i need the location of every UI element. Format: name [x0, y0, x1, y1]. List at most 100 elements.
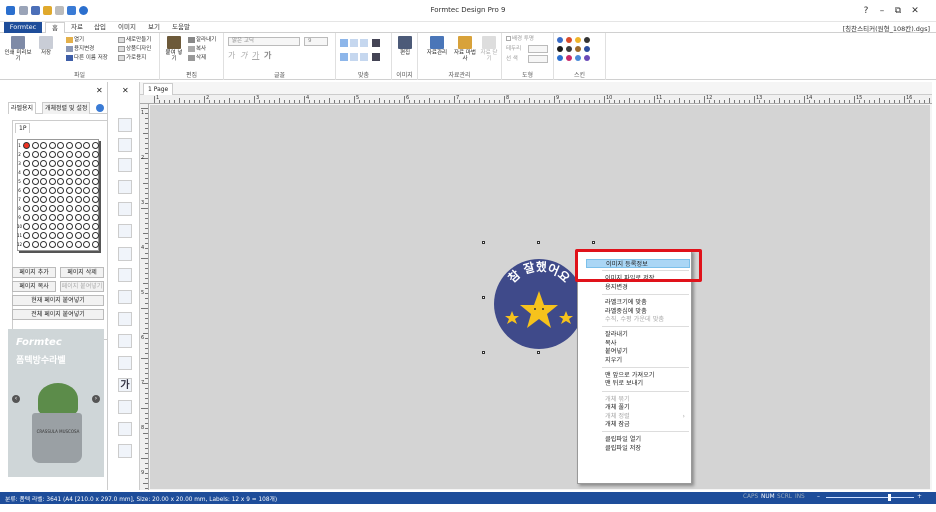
label-cell[interactable] — [40, 187, 48, 194]
label-cell[interactable] — [83, 142, 91, 149]
label-cell[interactable] — [57, 214, 65, 221]
label-cell[interactable] — [31, 178, 39, 185]
page-tab-1p[interactable]: 1P — [15, 123, 31, 133]
label-cell[interactable] — [57, 169, 65, 176]
label-cell[interactable] — [66, 169, 73, 176]
label-cell[interactable] — [40, 151, 48, 158]
skin-swatch[interactable] — [557, 37, 563, 43]
label-cell[interactable] — [83, 196, 91, 203]
label-cell[interactable] — [48, 160, 56, 167]
valign-bottom-icon[interactable] — [360, 53, 368, 61]
label-cell[interactable] — [74, 205, 82, 212]
copy-page-button[interactable]: 페이지 복사 — [12, 281, 56, 292]
rectangle-tool-icon[interactable] — [118, 356, 132, 370]
label-cell[interactable] — [23, 232, 30, 239]
zoom-out-button[interactable]: – — [817, 494, 820, 500]
open-button[interactable]: 열기 — [66, 36, 84, 44]
underline-button[interactable]: 가 — [252, 52, 259, 60]
ad-banner[interactable]: Formtec 폼텍방수라벨 CRASSULA MUSCOSA ‹ › — [8, 329, 104, 477]
shadow-button[interactable]: 가 — [264, 52, 271, 60]
paste-page-button[interactable]: 페이지 붙여넣기 — [60, 281, 104, 292]
label-cell[interactable] — [91, 205, 99, 212]
label-cell[interactable] — [74, 178, 82, 185]
label-cell[interactable] — [83, 169, 91, 176]
label-cell[interactable] — [91, 214, 99, 221]
label-cell[interactable] — [40, 223, 48, 230]
label-cell[interactable] — [40, 178, 48, 185]
italic-button[interactable]: 가 — [240, 52, 247, 60]
label-cell[interactable] — [48, 196, 56, 203]
label-cell[interactable] — [48, 223, 56, 230]
label-cell[interactable] — [31, 169, 39, 176]
resize-handle[interactable] — [537, 241, 540, 244]
skin-swatch[interactable] — [566, 46, 572, 52]
paste-all-pages-button[interactable]: 전체 페이지 붙여넣기 — [12, 309, 104, 320]
tab-image[interactable]: 이미지 — [114, 22, 140, 33]
label-cell[interactable] — [83, 160, 91, 167]
label-cell[interactable] — [57, 160, 65, 167]
label-paper-button[interactable]: 가로용지 — [118, 54, 146, 62]
zoom-in-button[interactable]: + — [917, 494, 922, 500]
context-menu-item[interactable]: 클립파일 저장 — [578, 444, 691, 453]
banner-next-icon[interactable]: › — [92, 395, 100, 403]
label-cell[interactable] — [23, 205, 30, 212]
label-cell[interactable] — [74, 232, 82, 239]
doc-tab-1-page[interactable]: 1 Page — [143, 83, 174, 95]
label-cell[interactable] — [48, 214, 56, 221]
save-as-button[interactable]: 다른 이름 저장 — [66, 54, 108, 62]
label-cell[interactable] — [40, 241, 48, 248]
settings-icon[interactable] — [96, 104, 104, 112]
label-cell[interactable] — [74, 169, 82, 176]
align-center-icon[interactable] — [350, 39, 358, 47]
tab-insert[interactable]: 삽입 — [90, 22, 110, 33]
tab-object-align[interactable]: 개체정렬 및 설정 — [42, 102, 91, 114]
label-cell[interactable] — [74, 142, 82, 149]
label-cell[interactable] — [31, 241, 39, 248]
sticker-image[interactable]: 참 잘했어요 — [492, 257, 586, 351]
label-cell[interactable] — [23, 196, 30, 203]
label-cell[interactable] — [57, 142, 65, 149]
text-direction-icon[interactable] — [372, 53, 380, 61]
label-cell[interactable] — [40, 205, 48, 212]
frame-tool-icon[interactable] — [118, 290, 132, 304]
skin-swatch[interactable] — [584, 46, 590, 52]
label-cell[interactable] — [83, 205, 91, 212]
help-button[interactable]: ? — [858, 4, 874, 18]
transparent-bg-checkbox[interactable]: 배경 투명 — [506, 35, 534, 43]
paste-button[interactable]: 붙여 넣기 — [164, 36, 184, 62]
data-close-button[interactable]: 자료 닫기 — [480, 36, 498, 62]
label-cell[interactable] — [74, 223, 82, 230]
picture-tool-icon[interactable] — [118, 422, 132, 436]
qrcode-tool-icon[interactable] — [118, 202, 132, 216]
label-cell[interactable] — [74, 187, 82, 194]
label-cell[interactable] — [57, 232, 65, 239]
tab-view[interactable]: 보기 — [144, 22, 164, 33]
skin-swatch[interactable] — [575, 37, 581, 43]
resize-handle[interactable] — [537, 351, 540, 354]
font-size-combo[interactable]: 9 — [304, 37, 328, 46]
label-cell[interactable] — [74, 196, 82, 203]
stamp-tool-icon[interactable] — [118, 444, 132, 458]
label-cell[interactable] — [83, 223, 91, 230]
paper-change-button[interactable]: 용지변경 — [66, 45, 94, 53]
line-tool-icon[interactable] — [118, 334, 132, 348]
align-left-icon[interactable] — [340, 39, 348, 47]
context-menu-item[interactable]: 용지변경 — [578, 283, 691, 292]
label-cell[interactable] — [31, 151, 39, 158]
clipart-tool-icon[interactable] — [118, 224, 132, 238]
label-cell[interactable] — [57, 151, 65, 158]
label-cell[interactable] — [40, 214, 48, 221]
close-icon[interactable]: ✕ — [122, 86, 129, 95]
label-cell[interactable] — [91, 178, 99, 185]
align-right-icon[interactable] — [360, 39, 368, 47]
resize-handle[interactable] — [592, 241, 595, 244]
label-cell[interactable] — [66, 241, 73, 248]
new-button[interactable]: 새로만들기 — [118, 36, 151, 44]
label-cell[interactable] — [23, 142, 30, 149]
label-cell[interactable] — [23, 241, 30, 248]
label-cell[interactable] — [66, 232, 73, 239]
label-cell[interactable] — [57, 223, 65, 230]
label-cell[interactable] — [40, 160, 48, 167]
label-cell[interactable] — [91, 151, 99, 158]
label-cell[interactable] — [40, 169, 48, 176]
